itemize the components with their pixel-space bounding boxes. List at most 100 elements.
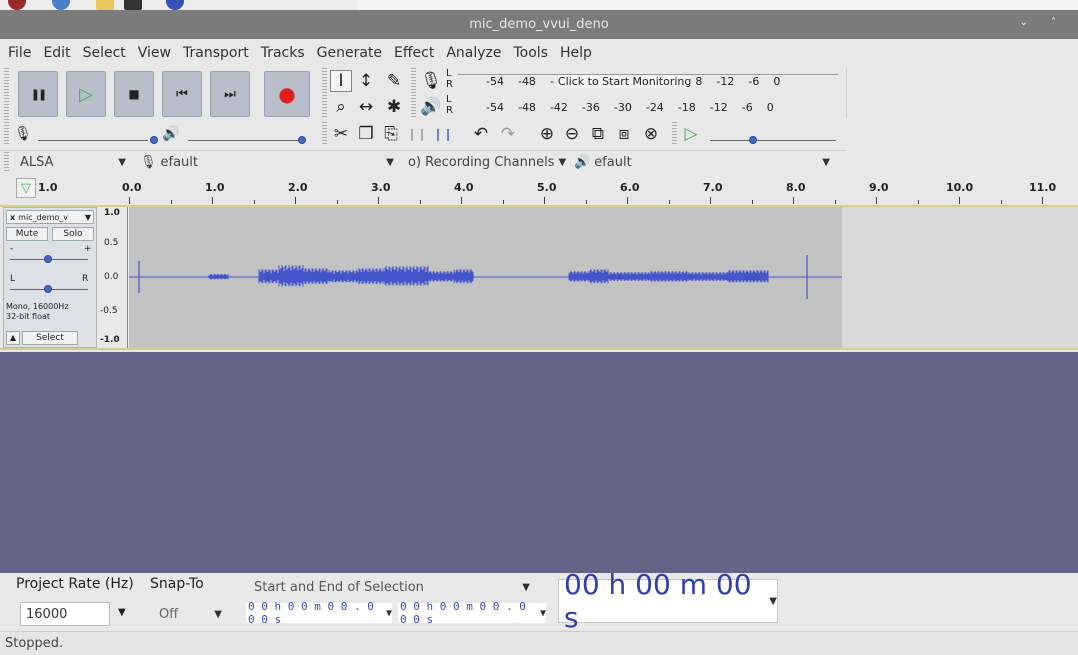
draw-tool-icon[interactable]: ✎ [383, 70, 405, 92]
raspberry-menu-icon[interactable] [8, 0, 26, 10]
recording-device-select[interactable]: 🎙 efault ▼ [140, 151, 400, 173]
waveform-clip[interactable] [129, 207, 842, 348]
record-meter-mic-icon[interactable]: 🎙 [420, 70, 442, 92]
zoom-tool-icon[interactable]: ⌕ [330, 96, 352, 118]
zoom-in-icon[interactable]: ⊕ [536, 123, 558, 145]
record-meter-label: -54 [486, 75, 504, 88]
timeshift-tool-icon[interactable]: ↔ [355, 96, 377, 118]
window-titlebar[interactable]: mic_demo_vvui_deno ⌄ ˄ [0, 10, 1078, 39]
playback-device-select[interactable]: 🔊 efault ▼ [574, 151, 836, 173]
fit-project-icon[interactable]: ⧈ [613, 123, 635, 145]
ruler-tick [710, 197, 711, 204]
ruler-tick [1000, 200, 1002, 204]
collapse-track-button[interactable]: ▲ [6, 331, 20, 345]
menu-help[interactable]: Help [560, 45, 592, 61]
envelope-tool-icon[interactable]: ↕ [355, 70, 377, 92]
selection-start-value: 0 0 h 0 0 m 0 0 . 0 0 0 s [248, 600, 374, 626]
browser-icon[interactable] [52, 0, 70, 10]
mixer-toolbar-grip[interactable] [4, 122, 9, 146]
paste-icon[interactable]: ⎘ [380, 123, 402, 145]
playback-volume-track [188, 140, 298, 141]
menu-view[interactable]: View [138, 45, 171, 61]
pause-button[interactable]: ❚❚ [18, 71, 58, 117]
recording-device-value: efault [160, 154, 199, 170]
terminal-icon[interactable] [124, 0, 142, 10]
device-toolbar-grip[interactable] [4, 152, 9, 172]
snap-to-label: Snap-To [150, 576, 204, 592]
tools-toolbar-grip[interactable] [322, 68, 327, 118]
menu-transport[interactable]: Transport [183, 45, 249, 61]
redo-icon[interactable]: ↷ [497, 123, 519, 145]
record-icon: ● [278, 82, 296, 106]
zoom-toggle-icon[interactable]: ⊗ [640, 123, 662, 145]
select-track-button[interactable]: Select [22, 331, 78, 345]
selection-mode-select[interactable]: Start and End of Selection ▼ [246, 576, 536, 598]
audio-position-display[interactable]: 00 h 00 m 00 s ▼ [558, 568, 778, 634]
gain-slider[interactable] [44, 255, 52, 263]
stop-button[interactable]: ■ [114, 71, 154, 117]
playback-meter-speaker-icon[interactable]: 🔊 [420, 96, 442, 118]
vertical-scale[interactable]: 1.0 0.5 0.0 -0.5 -1.0 [97, 207, 128, 348]
play-at-speed-icon[interactable]: ▷ [680, 123, 702, 145]
skip-to-end-button[interactable]: ⏭ [210, 71, 250, 117]
window-controls[interactable]: ⌄ ˄ [1019, 17, 1066, 28]
record-meter-scale[interactable]: -54 -48- Click to Start Monitoring 8 -12 -6 0 [486, 75, 794, 88]
ruler-tick [461, 197, 462, 204]
meter-toolbar-grip[interactable] [411, 68, 416, 118]
menu-tools[interactable]: Tools [514, 45, 549, 61]
ruler-tick [129, 197, 130, 204]
chevron-down-icon[interactable]: ▼ [118, 607, 126, 618]
menu-analyze[interactable]: Analyze [446, 45, 501, 61]
mute-button[interactable]: Mute [6, 227, 48, 241]
menu-file[interactable]: File [8, 45, 31, 61]
trim-icon[interactable]: ❙❙ [406, 123, 428, 145]
pan-slider[interactable] [44, 285, 52, 293]
menu-select[interactable]: Select [83, 45, 126, 61]
snap-to-select[interactable]: Off ▼ [150, 602, 228, 626]
audio-host-select[interactable]: ALSA ▼ [20, 151, 132, 173]
timeline-ruler[interactable]: ▽ 1.0 0.0 1.0 2.0 3.0 4.0 5.0 6.0 7.0 8.… [0, 175, 1078, 205]
zoom-out-icon[interactable]: ⊖ [561, 123, 583, 145]
transport-toolbar-grip[interactable] [4, 68, 9, 120]
multi-tool-icon[interactable]: ✱ [383, 96, 405, 118]
audacity-icon[interactable] [166, 0, 184, 10]
record-button[interactable]: ● [264, 71, 310, 117]
menu-generate[interactable]: Generate [317, 45, 382, 61]
ruler-tick [751, 200, 753, 204]
playback-meter-label: 0 [766, 101, 774, 114]
track-name-menu[interactable]: x mic_demo_v ▼ [6, 210, 94, 224]
play-at-speed-grip[interactable] [672, 122, 677, 146]
solo-button[interactable]: Solo [52, 227, 94, 241]
selection-start-time[interactable]: 0 0 h 0 0 m 0 0 . 0 0 0 s ▼ [246, 600, 392, 626]
track-empty-region[interactable] [842, 207, 1078, 348]
play-speed-slider[interactable] [749, 136, 757, 144]
project-rate-input[interactable]: 16000 [20, 602, 110, 626]
click-to-start-monitoring[interactable]: Click to Start Monitoring [557, 75, 692, 88]
menu-tracks[interactable]: Tracks [261, 45, 305, 61]
record-volume-slider[interactable] [150, 136, 158, 144]
playback-meter-label: -36 [581, 101, 600, 114]
pan-right-label: R [82, 274, 89, 284]
project-empty-area[interactable] [0, 352, 1078, 573]
record-volume-track [38, 140, 148, 141]
skip-to-start-button[interactable]: ⏮ [162, 71, 202, 117]
play-button[interactable]: ▷ [66, 71, 106, 117]
folder-icon[interactable] [96, 0, 114, 10]
microphone-icon: 🎙 [140, 154, 157, 170]
selection-tool-icon[interactable]: I [330, 70, 352, 92]
playback-meter-scale[interactable]: -54 -48 -42 -36 -30 -24 -18 -12 -6 0 [486, 101, 788, 114]
playback-volume-slider[interactable] [298, 136, 306, 144]
track-close-button[interactable]: x [7, 213, 18, 222]
copy-icon[interactable]: ❐ [355, 123, 377, 145]
menu-edit[interactable]: Edit [43, 45, 70, 61]
pan-left-label: L [10, 274, 16, 284]
speaker-icon: 🔊 [574, 154, 591, 170]
edit-toolbar-grip[interactable] [322, 122, 327, 146]
menu-effect[interactable]: Effect [394, 45, 434, 61]
silence-icon[interactable]: ❙❙ [432, 123, 454, 145]
recording-channels-select[interactable]: o) Recording Channels ▼ [408, 151, 568, 173]
selection-end-time[interactable]: 0 0 h 0 0 m 0 0 . 0 0 0 s ▼ [398, 600, 546, 626]
undo-icon[interactable]: ↶ [470, 123, 492, 145]
cut-icon[interactable]: ✂ [330, 123, 352, 145]
fit-selection-icon[interactable]: ⧉ [587, 123, 609, 145]
